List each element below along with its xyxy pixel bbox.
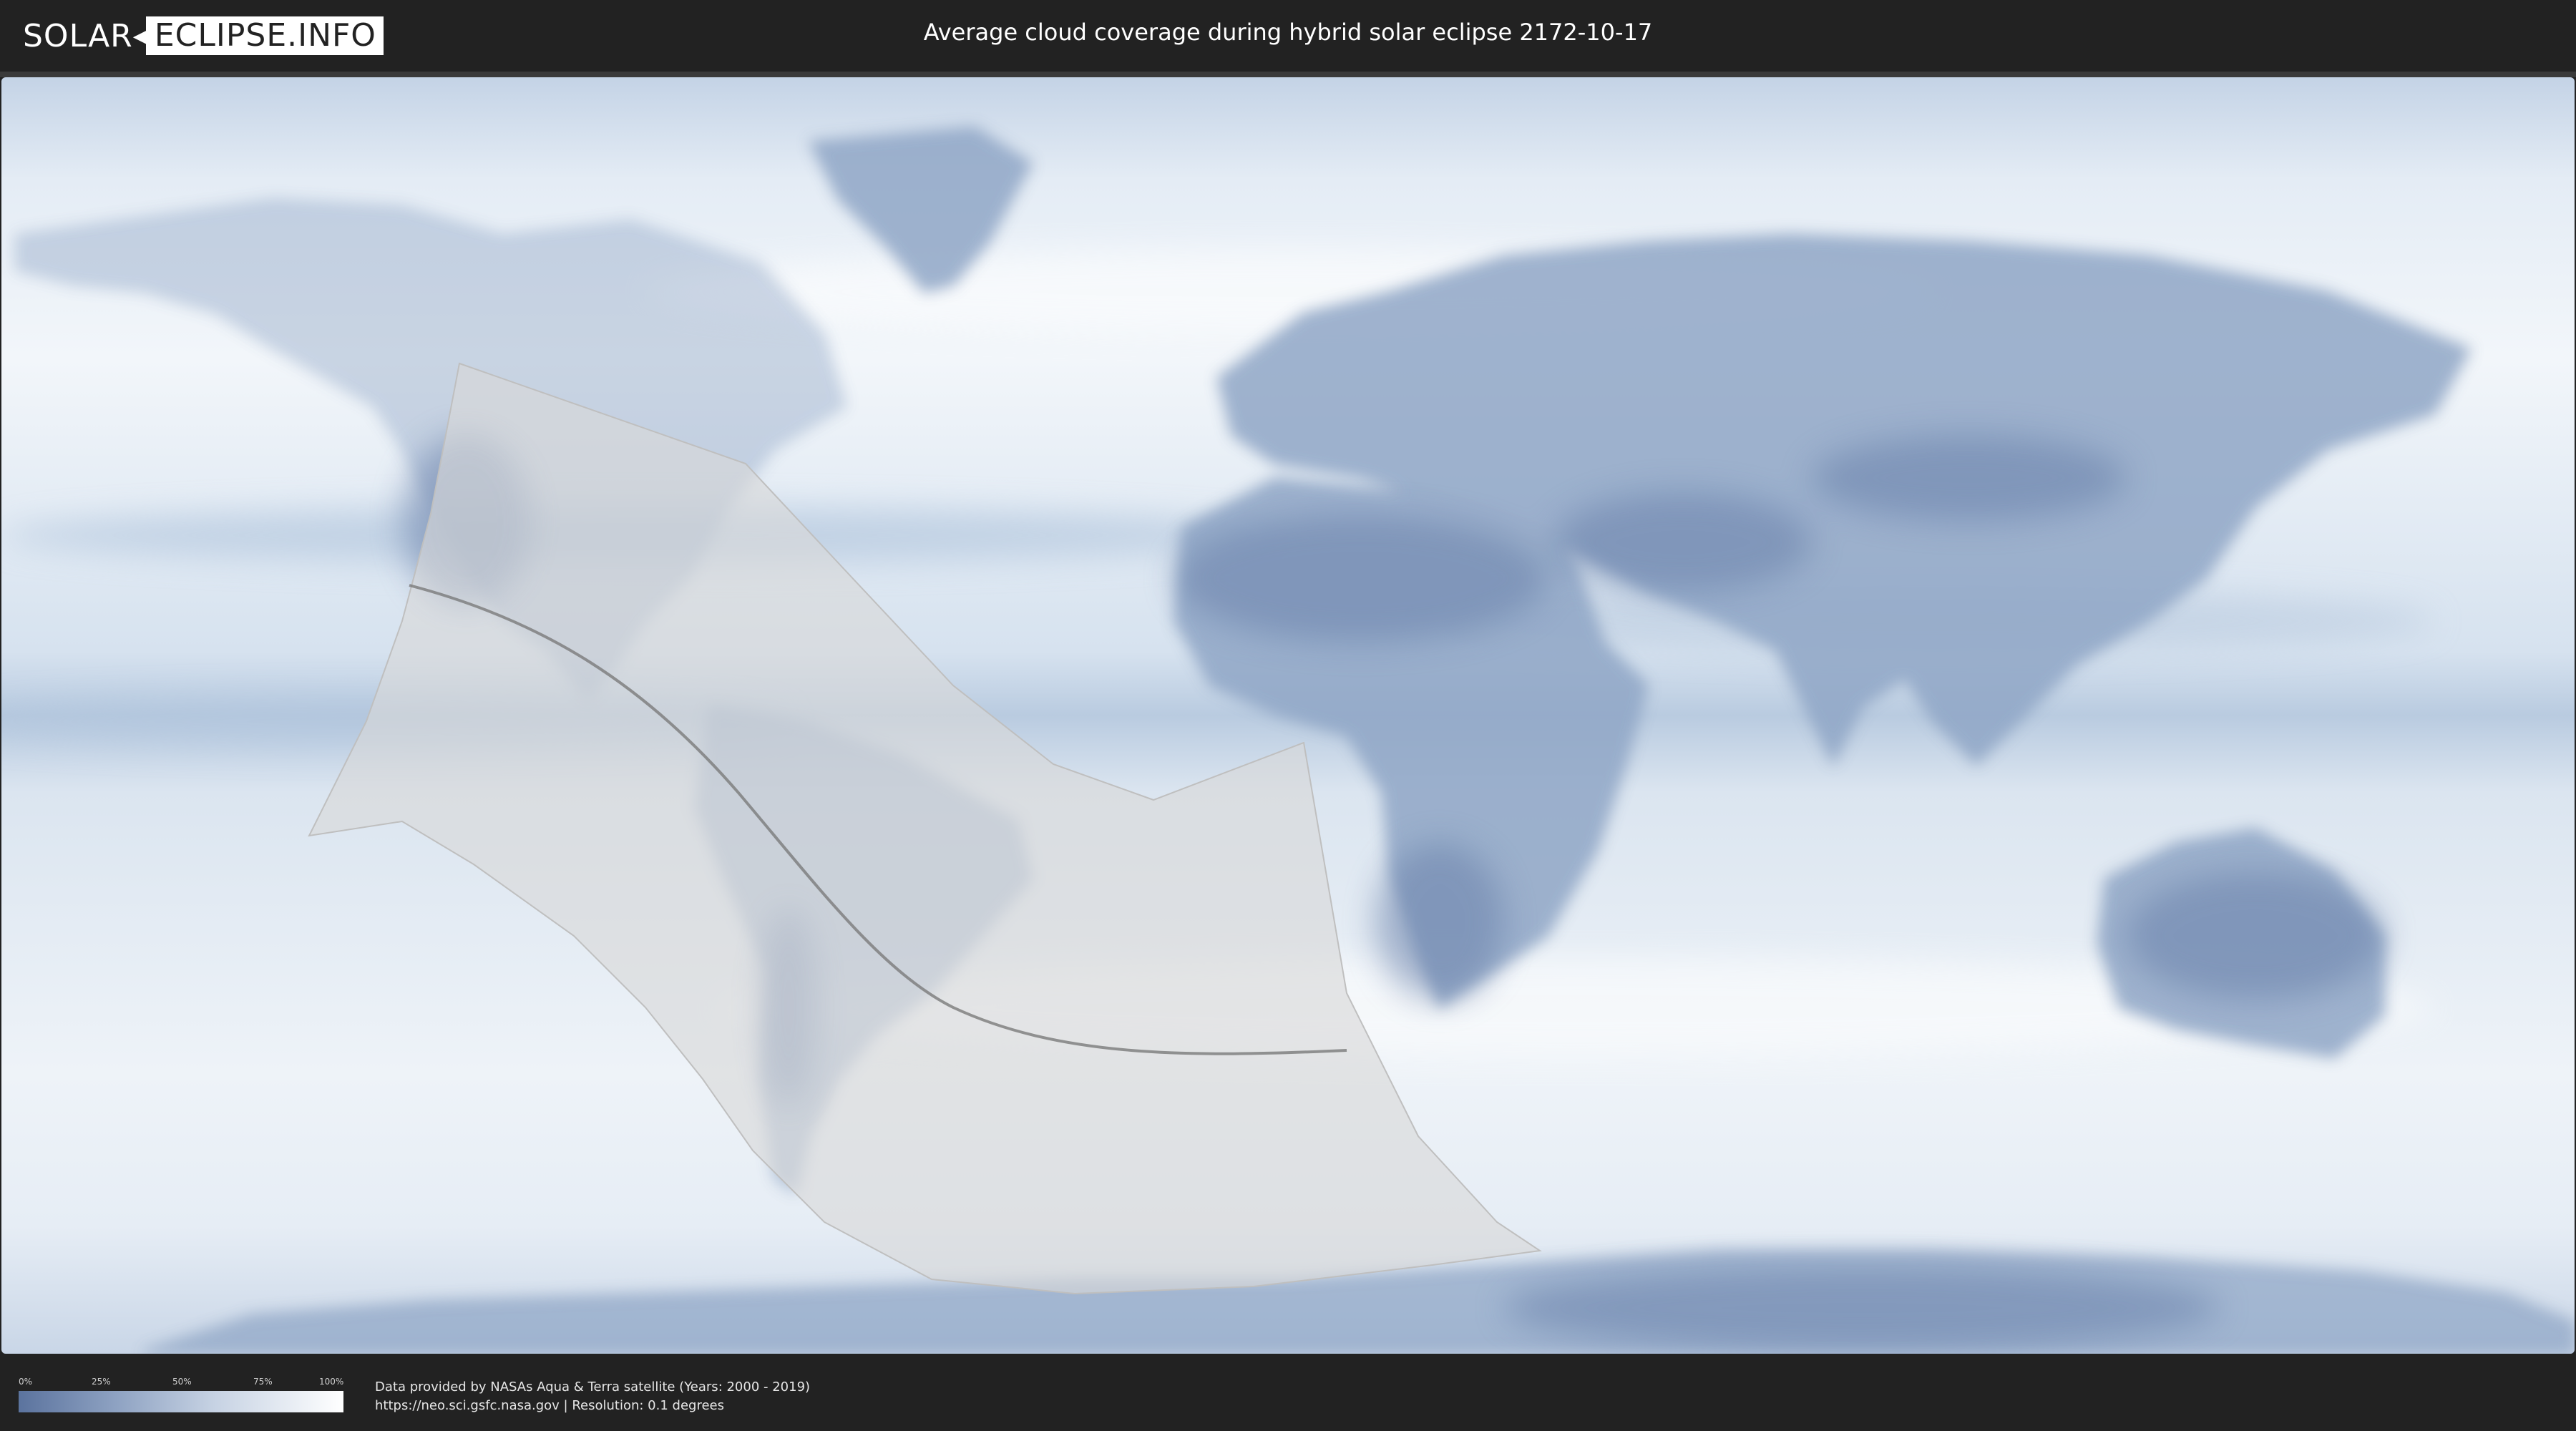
eclipse-logo-icon: ◀ (132, 23, 150, 49)
header-divider (0, 72, 2576, 77)
cloud-coverage-map[interactable] (1, 77, 2575, 1354)
legend-tick-25: 25% (92, 1377, 111, 1387)
legend-tick-100: 100% (319, 1377, 344, 1387)
footer-bar: 0% 25% 50% 75% 100% Data provided by NAS… (0, 1354, 2576, 1431)
legend-tick-0: 0% (19, 1377, 33, 1387)
legend-color-scale (19, 1391, 343, 1412)
credit-line-url[interactable]: https://neo.sci.gsfc.nasa.gov | Resoluti… (375, 1397, 810, 1415)
legend-tick-75: 75% (253, 1377, 273, 1387)
page-title: Average cloud coverage during hybrid sol… (923, 19, 1653, 46)
app-root: SOLAR ◀ ECLIPSE.INFO Average cloud cover… (0, 0, 2576, 1431)
data-credits: Data provided by NASAs Aqua & Terra sate… (375, 1378, 810, 1415)
map-canvas (1, 77, 2575, 1354)
legend-tick-50: 50% (172, 1377, 192, 1387)
credit-line-source: Data provided by NASAs Aqua & Terra sate… (375, 1379, 811, 1395)
header-bar: SOLAR ◀ ECLIPSE.INFO Average cloud cover… (0, 0, 2576, 72)
